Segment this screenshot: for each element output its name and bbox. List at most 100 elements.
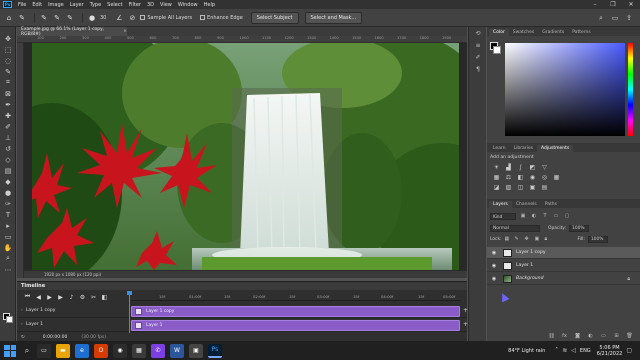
opacity-input[interactable]: 100% <box>569 224 590 232</box>
zoom-tool-icon[interactable]: ⌕ <box>0 253 16 264</box>
render-icon[interactable]: ↻ <box>21 335 25 340</box>
document-tab[interactable]: Example.jpg @ 66.1% (Layer 1 copy, RGB/8… <box>17 27 127 37</box>
playhead[interactable] <box>127 291 132 333</box>
brush-tool-icon[interactable]: ✐ <box>0 121 16 132</box>
file-explorer-icon[interactable]: ▬ <box>56 343 70 358</box>
shape-filter-icon[interactable]: ▭ <box>552 213 560 220</box>
new-layer-icon[interactable]: ⊞ <box>612 333 621 339</box>
clone-stamp-tool-icon[interactable]: ⊥ <box>0 132 16 143</box>
pressure-icon[interactable]: ⊘ <box>127 13 137 23</box>
edge-icon[interactable]: e <box>75 343 89 358</box>
notification-icon[interactable]: ▢ <box>626 347 632 354</box>
eraser-tool-icon[interactable]: ◇ <box>0 154 16 165</box>
workspace-icon[interactable]: ▭ <box>610 13 620 23</box>
tab-libraries[interactable]: Libraries <box>510 145 537 152</box>
track-label[interactable]: › Layer 1 copy <box>21 308 121 313</box>
vibrance-icon[interactable]: ▽ <box>540 163 549 171</box>
quick-selection-tool-icon[interactable]: ✎ <box>0 66 16 77</box>
play-icon[interactable]: ▶ <box>45 293 54 302</box>
visibility-eye-icon[interactable]: ◉ <box>489 276 499 282</box>
tab-learn[interactable]: Learn <box>489 145 510 152</box>
channel-mixer-icon[interactable]: ◎ <box>540 173 549 181</box>
layer-row[interactable]: ◉ Layer 1 <box>487 260 640 272</box>
move-tool-icon[interactable]: ✥ <box>0 33 16 44</box>
black-white-icon[interactable]: ◧ <box>516 173 525 181</box>
tab-patterns[interactable]: Patterns <box>568 29 595 36</box>
visibility-eye-icon[interactable]: ◉ <box>489 250 499 256</box>
timeline-ruler[interactable]: 15f 01:00f 15f 02:00f 15f 03:00f 15f 04:… <box>131 291 461 301</box>
dodge-tool-icon[interactable]: ● <box>0 187 16 198</box>
language-indicator[interactable]: ENG <box>580 348 591 354</box>
adjustment-filter-icon[interactable]: ◐ <box>530 213 538 220</box>
lock-position-icon[interactable]: ✥ <box>525 236 532 242</box>
split-icon[interactable]: ✂ <box>89 293 98 302</box>
tab-color[interactable]: Color <box>489 29 509 36</box>
video-clip[interactable]: Layer 1 <box>131 320 460 331</box>
add-mask-icon[interactable]: ◙ <box>573 333 582 339</box>
color-lookup-icon[interactable]: ▦ <box>552 173 561 181</box>
select-subject-button[interactable]: Select Subject <box>250 11 299 24</box>
maximize-button[interactable]: ❐ <box>604 0 622 9</box>
brush-settings-icon[interactable]: ✐ <box>469 51 487 63</box>
layer-filter-kind[interactable]: Kind <box>490 212 516 220</box>
enhance-edge-checkbox[interactable] <box>200 15 206 20</box>
select-and-mask-button[interactable]: Select and Mask... <box>304 11 363 24</box>
viber-icon[interactable]: ✆ <box>151 343 165 358</box>
photoshop-logo[interactable]: Ps <box>3 1 12 8</box>
gradient-tool-icon[interactable]: ▤ <box>0 165 16 176</box>
menu-3d[interactable]: 3D <box>144 2 157 8</box>
gradient-map-icon[interactable]: ▤ <box>540 183 549 191</box>
audio-icon[interactable]: ♪ <box>67 293 76 302</box>
exposure-icon[interactable]: ◩ <box>528 163 537 171</box>
go-to-first-frame-icon[interactable]: ⏮ <box>23 293 32 302</box>
share-icon[interactable]: ⇪ <box>624 13 634 23</box>
levels-icon[interactable]: ▟ <box>504 163 513 171</box>
blend-mode-select[interactable]: Normal <box>490 224 540 232</box>
next-frame-icon[interactable]: ▶ <box>56 293 65 302</box>
fill-input[interactable]: 100% <box>587 235 608 243</box>
shape-tool-icon[interactable]: ▭ <box>0 231 16 242</box>
healing-brush-tool-icon[interactable]: ✚ <box>0 110 16 121</box>
volume-icon[interactable]: ◁ <box>571 347 576 354</box>
app-icon[interactable]: ▣ <box>189 343 203 358</box>
menu-help[interactable]: Help <box>201 2 218 8</box>
menu-layer[interactable]: Layer <box>67 2 87 8</box>
properties-icon[interactable]: ≡ <box>469 39 487 51</box>
layer-row[interactable]: ◉ Layer 1 copy <box>487 247 640 259</box>
history-icon[interactable]: ⟲ <box>469 27 487 39</box>
link-layers-icon[interactable]: ⛓ <box>547 333 556 339</box>
minimize-button[interactable]: – <box>586 0 604 9</box>
color-picker-field[interactable] <box>505 43 625 136</box>
tab-gradients[interactable]: Gradients <box>538 29 568 36</box>
background-color-swatch[interactable] <box>6 316 13 323</box>
start-button[interactable] <box>4 344 16 357</box>
invert-icon[interactable]: ◪ <box>492 183 501 191</box>
subtract-selection-icon[interactable]: ✎ <box>65 13 75 23</box>
brightness-contrast-icon[interactable]: ☀ <box>492 163 501 171</box>
previous-frame-icon[interactable]: ◀ <box>34 293 43 302</box>
tab-paths[interactable]: Paths <box>541 201 561 208</box>
hand-tool-icon[interactable]: ✋ <box>0 242 16 253</box>
posterize-icon[interactable]: ▨ <box>504 183 513 191</box>
selective-color-icon[interactable]: ▣ <box>528 183 537 191</box>
task-view-icon[interactable]: ▭ <box>37 343 51 358</box>
photoshop-taskbar-icon[interactable]: Ps <box>208 343 222 358</box>
type-tool-icon[interactable]: T <box>0 209 16 220</box>
tab-channels[interactable]: Channels <box>512 201 541 208</box>
menu-edit[interactable]: Edit <box>29 2 45 8</box>
clock[interactable]: 5:06 PM 6/21/2022 <box>597 345 623 357</box>
add-to-selection-icon[interactable]: ✎ <box>52 13 62 23</box>
photo-filter-icon[interactable]: ◉ <box>528 173 537 181</box>
menu-file[interactable]: File <box>15 2 29 8</box>
office-icon[interactable]: O <box>94 343 108 358</box>
sample-all-layers-checkbox[interactable] <box>140 15 146 20</box>
settings-icon[interactable]: ⚙ <box>78 293 87 302</box>
more-tools-icon[interactable]: ⋯ <box>0 264 16 275</box>
threshold-icon[interactable]: ◫ <box>516 183 525 191</box>
video-clip[interactable]: Layer 1 copy <box>131 306 460 317</box>
brush-size[interactable]: 30 <box>100 15 106 21</box>
angle-icon[interactable]: ∠ <box>114 13 124 23</box>
track-label[interactable]: › Layer 1 <box>21 322 121 327</box>
type-filter-icon[interactable]: T <box>541 213 549 220</box>
background-color-swatch[interactable] <box>493 46 501 54</box>
